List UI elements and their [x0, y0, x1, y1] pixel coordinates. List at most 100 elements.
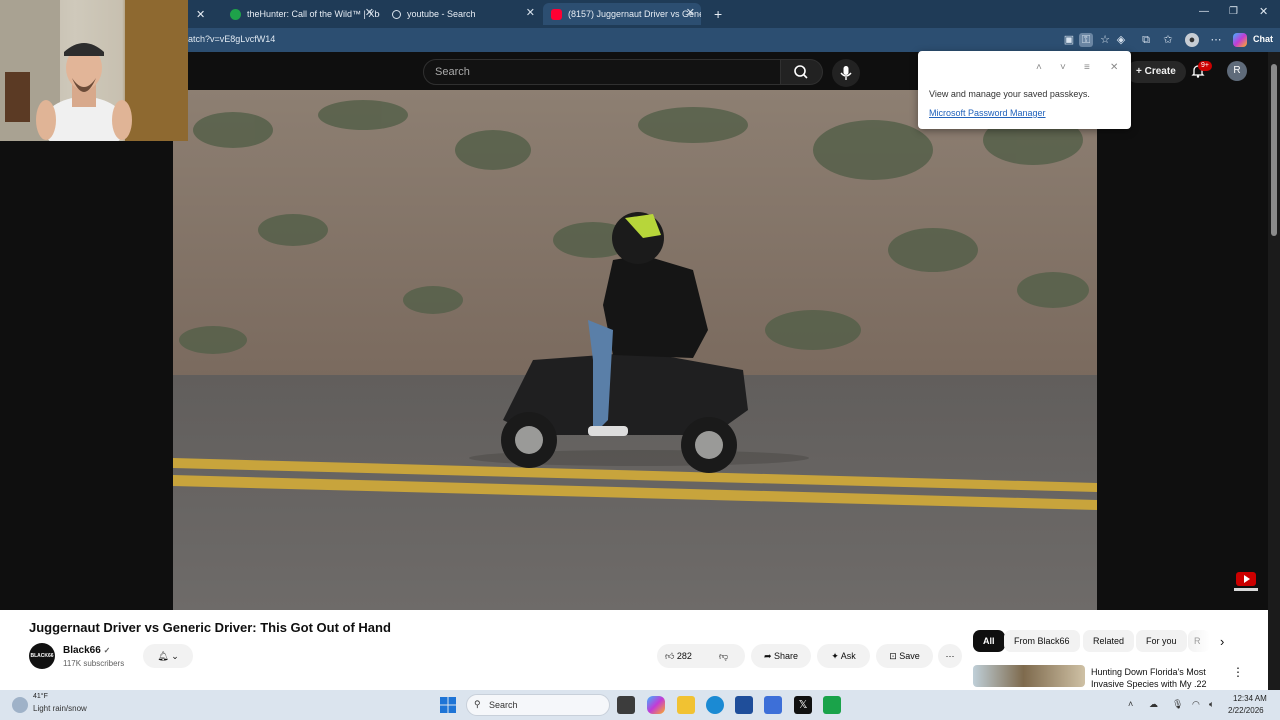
- app-icon[interactable]: ▣: [1062, 33, 1076, 47]
- popup-text: View and manage your saved passkeys.: [929, 89, 1090, 99]
- microphone-icon: [840, 66, 852, 80]
- chip-for-you[interactable]: For you: [1136, 630, 1187, 652]
- related-video-title[interactable]: Hunting Down Florida's Most Invasive Spe…: [1091, 666, 1221, 690]
- chip-all[interactable]: All: [973, 630, 1005, 652]
- tab-youtube-search[interactable]: youtube - Search ✕: [384, 3, 541, 25]
- search-input[interactable]: Search: [423, 59, 781, 85]
- more-horizontal-icon: ⋯: [945, 651, 955, 661]
- close-tab-button[interactable]: ✕: [188, 3, 204, 25]
- microphone-icon[interactable]: 🎙︎: [1172, 699, 1183, 710]
- wifi-icon[interactable]: ◠: [1192, 699, 1200, 710]
- chip-from-channel[interactable]: From Black66: [1004, 630, 1080, 652]
- clock-time[interactable]: 12:34 AM: [1233, 694, 1267, 703]
- share-icon: ➦: [763, 651, 772, 661]
- thumbs-up-icon: 👍︎: [665, 651, 675, 661]
- chevron-right-icon[interactable]: ›: [1220, 634, 1224, 649]
- close-icon[interactable]: ✕: [686, 6, 695, 19]
- windows-start-icon[interactable]: [440, 697, 456, 713]
- video-info-panel: Juggernaut Driver vs Generic Driver: Thi…: [0, 610, 1268, 690]
- tray-app-icon[interactable]: ☁: [1149, 699, 1158, 710]
- address-bar: atch?v=vE8gLvcfW14 ▣ ⚿ ☆ ◈ ⧉ ✩ ● ⋯ Chat: [0, 28, 1280, 52]
- clock-date[interactable]: 2/22/2026: [1228, 706, 1264, 715]
- passkey-icon[interactable]: ⚿: [1079, 33, 1093, 47]
- close-window-button[interactable]: ✕: [1259, 5, 1268, 18]
- mail-icon[interactable]: [764, 696, 782, 714]
- search-icon: [794, 65, 808, 79]
- restore-button[interactable]: ❐: [1229, 6, 1238, 17]
- video-frame: [173, 90, 1097, 610]
- copilot-icon[interactable]: [1233, 33, 1247, 47]
- share-button[interactable]: ➦ Share: [751, 644, 811, 668]
- chevron-down-icon[interactable]: ˅: [1060, 62, 1066, 73]
- like-dislike-group: 👍︎ 282 👎︎: [657, 644, 745, 668]
- weather-description[interactable]: Light rain/snow: [33, 704, 87, 713]
- edge-browser-icon[interactable]: [706, 696, 724, 714]
- video-title: Juggernaut Driver vs Generic Driver: Thi…: [29, 620, 391, 635]
- new-tab-button[interactable]: +: [706, 3, 726, 25]
- chip-related[interactable]: Related: [1083, 630, 1135, 652]
- page-scrollbar[interactable]: [1268, 52, 1280, 690]
- verified-icon: ✓: [103, 646, 111, 655]
- subscribe-watermark-icon[interactable]: [1232, 568, 1260, 594]
- xbox-icon: [230, 8, 241, 20]
- like-button[interactable]: 👍︎ 282: [665, 644, 692, 668]
- close-icon[interactable]: ✕: [365, 6, 374, 19]
- filter-icon[interactable]: ≡: [1084, 62, 1090, 73]
- video-player[interactable]: [173, 90, 1097, 610]
- tab-thehunter[interactable]: theHunter: Call of the Wild™ | Xbo ✕: [222, 3, 380, 25]
- chip-truncated[interactable]: R: [1188, 630, 1210, 652]
- save-button[interactable]: ⊡ Save: [876, 644, 933, 668]
- chevron-up-icon[interactable]: ˄: [1128, 699, 1133, 709]
- weather-icon[interactable]: [12, 697, 28, 713]
- chat-button[interactable]: Chat: [1253, 34, 1273, 44]
- subscription-bell-button[interactable]: 🔔︎ ⌄: [143, 644, 193, 668]
- taskbar-search[interactable]: Search: [466, 694, 610, 716]
- related-video-thumbnail[interactable]: [973, 665, 1085, 687]
- search-icon: ⚲: [474, 699, 481, 709]
- account-avatar[interactable]: R: [1227, 61, 1247, 81]
- close-icon[interactable]: ✕: [1110, 62, 1118, 73]
- extension-icon[interactable]: ◈: [1114, 33, 1128, 47]
- url-field[interactable]: atch?v=vE8gLvcfW14: [188, 34, 275, 44]
- channel-name[interactable]: Black66 ✓: [63, 645, 110, 656]
- more-menu-icon[interactable]: ⋯: [1209, 33, 1223, 47]
- chevron-down-icon: ⌄: [171, 651, 179, 661]
- minimize-button[interactable]: —: [1199, 6, 1209, 17]
- task-view-icon[interactable]: [617, 696, 635, 714]
- x-app-icon[interactable]: 𝕏: [794, 696, 812, 714]
- webcam-overlay: [0, 0, 188, 141]
- more-actions-button[interactable]: ⋯: [938, 644, 962, 668]
- passkey-popup: ˄ ˅ ≡ ✕ View and manage your saved passk…: [918, 51, 1131, 129]
- subscriber-count: 117K subscribers: [63, 659, 125, 668]
- store-icon[interactable]: [735, 696, 753, 714]
- search-button[interactable]: [781, 59, 823, 85]
- channel-avatar[interactable]: BLACK66: [29, 643, 55, 669]
- scrollbar-thumb[interactable]: [1271, 64, 1277, 236]
- volume-icon[interactable]: 🔈︎: [1209, 699, 1214, 710]
- file-explorer-icon[interactable]: [677, 696, 695, 714]
- dislike-button[interactable]: 👎︎: [719, 644, 728, 668]
- close-icon[interactable]: ✕: [526, 6, 535, 19]
- notification-badge: 9+: [1198, 61, 1212, 71]
- more-vertical-icon[interactable]: ⋮: [1232, 665, 1244, 679]
- password-manager-link[interactable]: Microsoft Password Manager: [929, 108, 1046, 118]
- copilot-app-icon[interactable]: [647, 696, 665, 714]
- create-button[interactable]: + Create: [1126, 61, 1186, 83]
- ask-button[interactable]: ✦ Ask: [817, 644, 870, 668]
- app-icon[interactable]: [823, 696, 841, 714]
- webcam-feed: [0, 0, 188, 141]
- bookmark-icon: ⊡: [889, 651, 897, 661]
- favorite-star-icon[interactable]: ☆: [1098, 33, 1112, 47]
- weather-temp[interactable]: 41°F: [33, 693, 48, 700]
- thumbs-down-icon: 👎︎: [719, 651, 729, 661]
- youtube-icon: [551, 8, 562, 20]
- chevron-up-icon[interactable]: ˄: [1036, 62, 1042, 73]
- tab-juggernaut-video[interactable]: (8157) Juggernaut Driver vs Gener ✕: [543, 3, 701, 25]
- puzzle-icon[interactable]: ⧉: [1139, 33, 1153, 47]
- plus-icon: +: [1136, 66, 1145, 77]
- favorites-icon[interactable]: ✩: [1161, 33, 1175, 47]
- voice-search-button[interactable]: [832, 59, 860, 87]
- search-icon: [392, 9, 401, 19]
- browser-tab-bar: ✕ theHunter: Call of the Wild™ | Xbo ✕ y…: [0, 0, 1280, 28]
- profile-icon[interactable]: ●: [1185, 33, 1199, 47]
